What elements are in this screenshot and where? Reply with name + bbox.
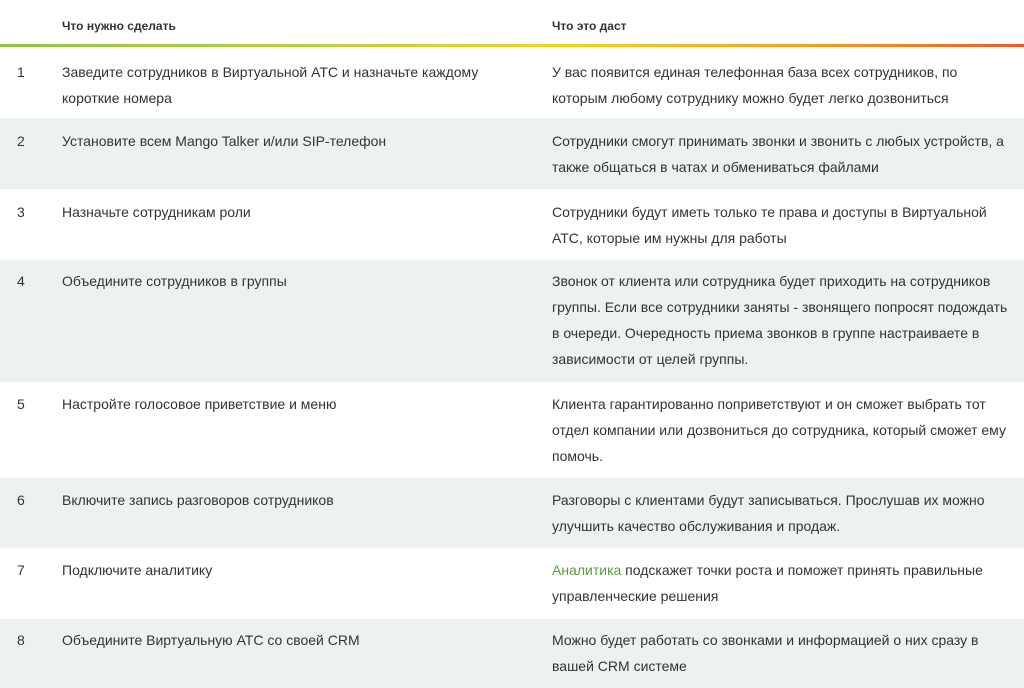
row-number: 2	[17, 133, 25, 149]
row-task: Включите запись разговоров сотрудников	[62, 492, 334, 508]
row-result: Звонок от клиента или сотрудника будет п…	[552, 273, 1008, 367]
table-row: 2 Установите всем Mango Talker и/или SIP…	[0, 118, 1024, 189]
header-task: Что нужно сделать	[62, 19, 176, 33]
row-task: Объедините Виртуальную АТС со своей CRM	[62, 632, 360, 648]
table-row: 5 Настройте голосовое приветствие и меню…	[0, 382, 1024, 478]
row-result: Можно будет работать со звонками и инфор…	[552, 632, 979, 674]
table-header: Что нужно сделать Что это даст	[0, 0, 1024, 47]
row-number: 1	[17, 64, 25, 80]
row-task: Назначьте сотрудникам роли	[62, 204, 251, 220]
row-number: 4	[17, 273, 25, 289]
row-task: Настройте голосовое приветствие и меню	[62, 396, 337, 412]
table-row: 3 Назначьте сотрудникам роли Сотрудники …	[0, 189, 1024, 260]
row-result: Клиента гарантированно поприветствуют и …	[552, 396, 1006, 464]
table-row: 1 Заведите сотрудников в Виртуальной АТС…	[0, 47, 1024, 118]
row-number: 7	[17, 562, 25, 578]
row-number: 8	[17, 632, 25, 648]
row-result: Сотрудники смогут принимать звонки и зво…	[552, 133, 1004, 175]
row-number: 3	[17, 204, 25, 220]
header-result: Что это даст	[552, 19, 627, 33]
row-number: 6	[17, 492, 25, 508]
row-result: Разговоры с клиентами будут записываться…	[552, 492, 985, 534]
row-task: Подключите аналитику	[62, 562, 213, 578]
analytics-link[interactable]: Аналитика	[552, 562, 621, 578]
table-row: 4 Объедините сотрудников в группы Звонок…	[0, 260, 1024, 382]
row-task: Установите всем Mango Talker и/или SIP-т…	[62, 133, 387, 149]
row-number: 5	[17, 396, 25, 412]
table-row: 6 Включите запись разговоров сотрудников…	[0, 478, 1024, 548]
row-result: Аналитика подскажет точки роста и поможе…	[552, 557, 1012, 609]
row-result: У вас появится единая телефонная база вс…	[552, 64, 958, 106]
steps-table: Что нужно сделать Что это даст 1 Заведит…	[0, 0, 1024, 688]
row-result: Сотрудники будут иметь только те права и…	[552, 204, 987, 246]
row-task: Заведите сотрудников в Виртуальной АТС и…	[62, 64, 479, 106]
table-row: 7 Подключите аналитику Аналитика подскаж…	[0, 548, 1024, 619]
table-row: 8 Объедините Виртуальную АТС со своей CR…	[0, 619, 1024, 688]
row-task: Объедините сотрудников в группы	[62, 273, 287, 289]
